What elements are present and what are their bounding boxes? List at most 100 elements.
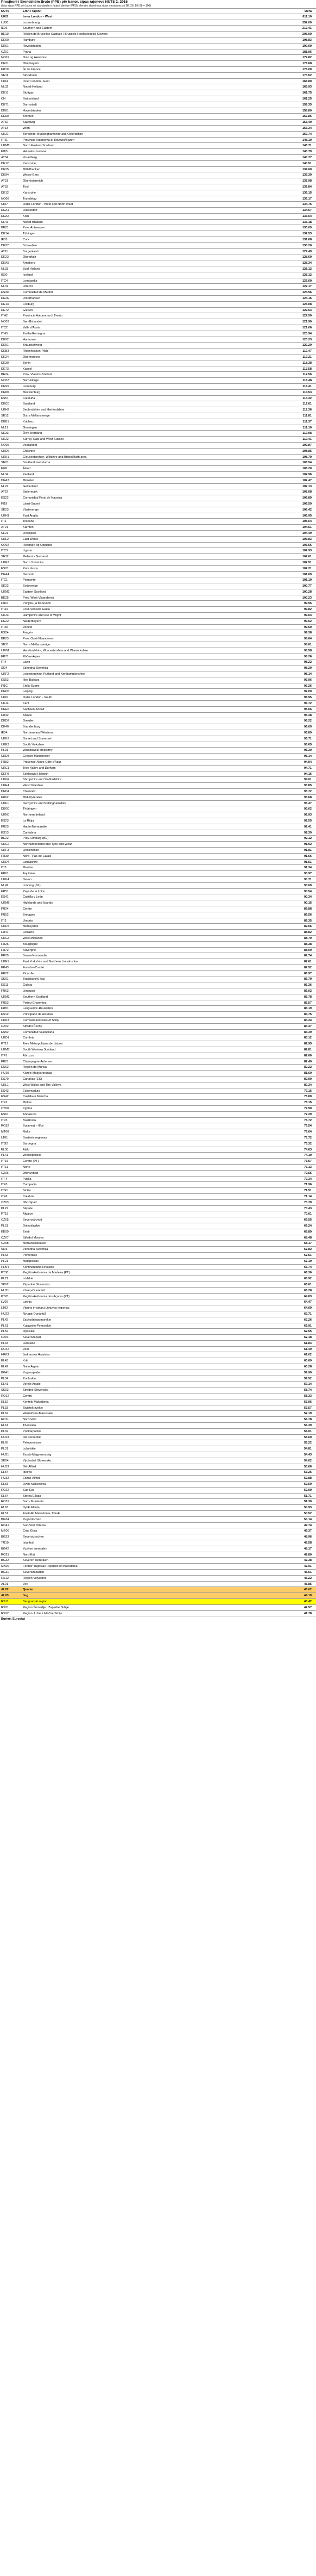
row-name: Zuid-Holland — [23, 267, 40, 271]
row-name: Nord-Norge — [23, 379, 39, 383]
row-code: NO07 — [1, 379, 9, 383]
row-code: ITF1 — [1, 1054, 8, 1057]
row-code: CH — [1, 97, 6, 101]
row-code: FR23 — [1, 825, 9, 829]
row-name: Cumbria — [23, 1036, 35, 1040]
table-row: DE60 Hamburg 198.83 — [0, 38, 316, 43]
row-code: UKD6 — [1, 449, 9, 453]
row-value: 161.25 — [302, 97, 312, 101]
row-code: UKH2 — [1, 408, 9, 412]
row-code: BG32 — [1, 1559, 9, 1563]
row-code: UKF3 — [1, 848, 9, 852]
row-name: Peloponnisos — [23, 1441, 41, 1445]
row-code: ES42 — [1, 1095, 9, 1099]
row-code: PL71 — [1, 1277, 9, 1281]
row-value: 67.51 — [304, 1253, 312, 1257]
row-name: Detmold — [23, 573, 34, 576]
row-code: FR61 — [1, 872, 9, 876]
table-row: ES42 Castilla-la Mancha 78.80 — [0, 1094, 316, 1100]
row-code: UKF1 — [1, 801, 9, 805]
row-code: BG34 — [1, 1517, 9, 1521]
row-value: 87.52 — [304, 966, 312, 969]
row-name: Southern Scotland — [23, 995, 48, 999]
table-row: UKH1 East Anglia 105.95 — [0, 513, 316, 519]
row-code: BG31 — [1, 1570, 9, 1574]
row-name: Mittelfranken — [23, 167, 41, 171]
table-row: EL61 Thessalia 56.39 — [0, 1423, 316, 1429]
row-code: HR04 — [1, 1265, 9, 1269]
row-value: 60.28 — [304, 1365, 312, 1369]
row-name: Sydsverige — [23, 584, 38, 588]
header-value: Vlera — [304, 10, 312, 13]
row-value: 80.90 — [304, 1078, 312, 1081]
row-code: HU32 — [1, 1477, 9, 1480]
row-code: PL52 — [1, 1330, 9, 1334]
row-name: Dorset and Somerset — [23, 737, 52, 741]
row-code: LT01 — [1, 1136, 8, 1140]
row-name: Opolskie — [23, 1330, 35, 1334]
table-row: AT11 Burgenland 129.49 — [0, 249, 316, 255]
table-row: DE94 Weser-Ems 139.39 — [0, 172, 316, 179]
row-code: ITI4 — [1, 661, 7, 664]
row-code: HU31 — [1, 1453, 9, 1457]
table-row: UKF1 Derbyshire and Nottinghamshire 93.47 — [0, 801, 316, 807]
row-value: 49.37 — [304, 1529, 312, 1533]
row-value: 134.57 — [302, 209, 312, 213]
row-value: 102.21 — [302, 567, 312, 570]
table-row: DE92 Hannover 120.23 — [0, 337, 316, 343]
table-row: CZ02 Střední Čechy 83.47 — [0, 1024, 316, 1030]
row-value: 86.36 — [304, 984, 312, 987]
row-code: UKD4 — [1, 860, 9, 864]
table-row: RS22 Region Južne i Istočne Srbije 41.78 — [0, 1611, 316, 1617]
row-name: West Midlands — [23, 936, 43, 940]
row-value: 86.97 — [304, 972, 312, 975]
row-value: 82.22 — [304, 1066, 312, 1069]
row-name: East Wales — [23, 537, 39, 541]
table-row: HR04 Kontinentalna Hrvatska 66.74 — [0, 1265, 316, 1271]
table-row: SK01 Bratislavský kraj 86.79 — [0, 976, 316, 983]
row-code: AT31 — [1, 179, 8, 183]
row-name: Warszawski stołeczny — [23, 749, 53, 752]
table-row: RO21 Nord-Est 47.80 — [0, 1552, 316, 1558]
row-value: 137.98 — [302, 179, 312, 183]
row-name: Provincia Autonoma di Bolzano/Bozen — [23, 138, 74, 142]
row-name: Toscana — [23, 520, 34, 524]
row-code: SE32 — [1, 555, 9, 559]
row-name: Northumberland and Tyne and Wear — [23, 843, 72, 847]
row-name: Outer London - West and North West — [23, 203, 73, 207]
table-row: BG33 Severoiztochen 48.96 — [0, 1534, 316, 1540]
row-value: 99.50 — [304, 625, 312, 629]
row-value: 76.04 — [304, 1130, 312, 1134]
table-row: UKI6 Outer London - South 96.95 — [0, 695, 316, 701]
table-row: UKJ2 Surrey, East and West Sussex 110.41 — [0, 437, 316, 443]
row-value: 98.22 — [304, 661, 312, 664]
row-name: Bucureşti - Ilfov — [23, 1124, 44, 1128]
row-code: CZ04 — [1, 1336, 9, 1340]
row-value: 96.22 — [304, 719, 312, 723]
row-code: FR24 — [1, 907, 9, 911]
row-name: Prov. Antwerpen — [23, 226, 45, 230]
row-code: HR03 — [1, 1353, 9, 1357]
row-code: DE21 — [1, 62, 9, 66]
row-value: 158.80 — [302, 109, 312, 113]
table-row: ITF2 Molise 78.15 — [0, 1100, 316, 1106]
row-code: DEA1 — [1, 209, 9, 213]
table-row: EL41 Voreio Aigaio 59.14 — [0, 1382, 316, 1388]
row-name: Burgenland — [23, 250, 39, 253]
row-name: Helsinki-Uusimaa — [23, 150, 47, 154]
table-row: CZ07 Střední Morava 68.48 — [0, 1235, 316, 1241]
table-row: IE06 Southern and Eastern 217.41 — [0, 26, 316, 32]
row-name: Prov. West-Vlaanderen — [23, 596, 54, 600]
row-value: 88.79 — [304, 936, 312, 940]
row-code: AL02 — [1, 1588, 9, 1592]
row-value: 115.48 — [302, 379, 312, 383]
row-value: 93.47 — [304, 801, 312, 805]
row-code: DE12 — [1, 191, 9, 195]
table-row: PL21 Małopolskie 67.10 — [0, 1259, 316, 1265]
table-row: ME00 Crna Gora 49.37 — [0, 1528, 316, 1535]
row-code: UKL1 — [1, 1083, 9, 1087]
row-code: AT32 — [1, 121, 8, 125]
row-value: 68.17 — [304, 1242, 312, 1246]
table-row: NL42 Limburg (NL) 90.60 — [0, 883, 316, 889]
table-row: BG42 Yuzhen tsentralen 48.17 — [0, 1546, 316, 1552]
